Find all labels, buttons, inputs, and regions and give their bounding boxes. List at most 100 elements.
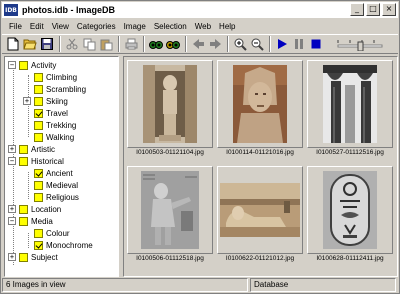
tree-item-trekking[interactable]: Trekking bbox=[34, 119, 76, 131]
menu-web[interactable]: Web bbox=[191, 22, 215, 31]
tree-item-label: Walking bbox=[46, 132, 75, 142]
thumbnail-item[interactable]: I0100503-01121104.jpg bbox=[127, 60, 213, 160]
expand-icon[interactable]: + bbox=[8, 205, 16, 213]
stop-icon[interactable] bbox=[308, 36, 324, 52]
toolbar-separator bbox=[59, 36, 61, 52]
tree-item-scrambling[interactable]: Scrambling bbox=[34, 83, 86, 95]
tree-item-monochrome[interactable]: Monochrome bbox=[34, 239, 93, 251]
tree-item-climbing[interactable]: Climbing bbox=[34, 71, 77, 83]
tree-item-label: Travel bbox=[46, 108, 68, 118]
tree-item-activity[interactable]: − Activity bbox=[8, 59, 56, 71]
menu-file[interactable]: File bbox=[5, 22, 26, 31]
category-checkbox[interactable] bbox=[34, 96, 43, 106]
paste-icon[interactable] bbox=[98, 36, 114, 52]
binoculars-icon[interactable] bbox=[148, 36, 164, 52]
tree-item-skiing[interactable]: + Skiing bbox=[23, 95, 68, 107]
menu-help[interactable]: Help bbox=[215, 22, 239, 31]
tree-item-ancient[interactable]: Ancient bbox=[34, 167, 73, 179]
menu-image[interactable]: Image bbox=[120, 22, 150, 31]
category-checkbox[interactable] bbox=[34, 228, 43, 238]
tree-item-historical[interactable]: − Historical bbox=[8, 155, 64, 167]
tree-item-label: Colour bbox=[46, 228, 70, 238]
category-checkbox[interactable] bbox=[34, 120, 43, 130]
category-checkbox[interactable] bbox=[34, 108, 43, 118]
category-checkbox[interactable] bbox=[19, 144, 28, 154]
tree-item-location[interactable]: + Location bbox=[8, 203, 61, 215]
tree-item-label: Religious bbox=[46, 192, 79, 202]
zoom-slider[interactable] bbox=[336, 39, 384, 52]
category-checkbox[interactable] bbox=[19, 60, 28, 70]
tree-item-walking[interactable]: Walking bbox=[34, 131, 74, 143]
tree-item-medieval[interactable]: Medieval bbox=[34, 179, 78, 191]
expand-icon[interactable]: + bbox=[8, 253, 16, 261]
menu-bar: File Edit View Categories Image Selectio… bbox=[2, 18, 398, 34]
category-checkbox[interactable] bbox=[34, 84, 43, 94]
zoom-out-icon[interactable] bbox=[249, 36, 265, 52]
tree-item-label: Trekking bbox=[46, 120, 77, 130]
app-window: IDB photos.idb - ImageDB _ □ × File Edit… bbox=[0, 0, 400, 294]
category-checkbox[interactable] bbox=[34, 240, 43, 250]
expand-icon[interactable]: + bbox=[23, 97, 31, 105]
category-checkbox[interactable] bbox=[34, 72, 43, 82]
thumbnail-frame[interactable] bbox=[307, 60, 393, 148]
tree-connector bbox=[28, 233, 29, 248]
category-checkbox[interactable] bbox=[19, 252, 28, 262]
maximize-button[interactable]: □ bbox=[366, 3, 380, 16]
close-button[interactable]: × bbox=[382, 3, 396, 16]
thumbnail-frame[interactable] bbox=[127, 60, 213, 148]
tree-connector bbox=[28, 172, 29, 199]
category-checkbox[interactable] bbox=[34, 192, 43, 202]
thumbnail-item[interactable]: I0100506-01112518.jpg bbox=[127, 166, 213, 266]
toolbar-separator bbox=[227, 36, 229, 52]
open-icon[interactable] bbox=[22, 36, 38, 52]
binoculars-find-icon[interactable] bbox=[165, 36, 181, 52]
tree-item-subject[interactable]: + Subject bbox=[8, 251, 58, 263]
print-icon[interactable] bbox=[123, 36, 139, 52]
menu-selection[interactable]: Selection bbox=[150, 22, 191, 31]
thumbnail-frame[interactable] bbox=[127, 166, 213, 254]
pause-icon[interactable] bbox=[291, 36, 307, 52]
save-icon[interactable] bbox=[39, 36, 55, 52]
category-checkbox[interactable] bbox=[19, 156, 28, 166]
thumbnail-item[interactable]: I0100527-01112516.jpg bbox=[307, 60, 393, 160]
tree-item-religious[interactable]: Religious bbox=[34, 191, 79, 203]
tree-item-travel[interactable]: Travel bbox=[34, 107, 68, 119]
back-icon[interactable] bbox=[190, 36, 206, 52]
menu-edit[interactable]: Edit bbox=[26, 22, 48, 31]
collapse-icon[interactable]: − bbox=[8, 61, 16, 69]
menu-categories[interactable]: Categories bbox=[73, 22, 120, 31]
tree-item-label: Activity bbox=[31, 60, 57, 70]
category-checkbox[interactable] bbox=[19, 216, 28, 226]
copy-icon[interactable] bbox=[81, 36, 97, 52]
minimize-button[interactable]: _ bbox=[350, 3, 364, 16]
thumbnail-image bbox=[233, 65, 287, 143]
cut-icon[interactable] bbox=[64, 36, 80, 52]
tree-item-artistic[interactable]: + Artistic bbox=[8, 143, 55, 155]
new-icon[interactable] bbox=[5, 36, 21, 52]
tree-item-colour[interactable]: Colour bbox=[34, 227, 70, 239]
forward-icon[interactable] bbox=[207, 36, 223, 52]
category-checkbox[interactable] bbox=[34, 180, 43, 190]
thumbnail-frame[interactable] bbox=[217, 166, 303, 254]
thumbnail-frame[interactable] bbox=[307, 166, 393, 254]
category-checkbox[interactable] bbox=[19, 204, 28, 214]
title-bar[interactable]: IDB photos.idb - ImageDB _ □ × bbox=[2, 2, 398, 18]
collapse-icon[interactable]: − bbox=[8, 157, 16, 165]
tree-item-label: Ancient bbox=[46, 168, 73, 178]
collapse-icon[interactable]: − bbox=[8, 217, 16, 225]
tree-item-label: Skiing bbox=[46, 96, 68, 106]
thumbnail-item[interactable]: I0100114-01121016.jpg bbox=[217, 60, 303, 160]
thumbnail-item[interactable]: I0100622-01121012.jpg bbox=[217, 166, 303, 266]
menu-view[interactable]: View bbox=[48, 22, 73, 31]
category-checkbox[interactable] bbox=[34, 168, 43, 178]
zoom-in-icon[interactable] bbox=[232, 36, 248, 52]
play-icon[interactable] bbox=[274, 36, 290, 52]
tree-item-label: Climbing bbox=[46, 72, 78, 82]
expand-icon[interactable]: + bbox=[8, 145, 16, 153]
tree-item-media[interactable]: − Media bbox=[8, 215, 53, 227]
toolbar bbox=[2, 34, 398, 54]
thumbnail-item[interactable]: I0100628-01112411.jpg bbox=[307, 166, 393, 266]
thumbnail-frame[interactable] bbox=[217, 60, 303, 148]
status-image-count: 6 Images in view bbox=[2, 278, 248, 292]
category-checkbox[interactable] bbox=[34, 132, 43, 142]
